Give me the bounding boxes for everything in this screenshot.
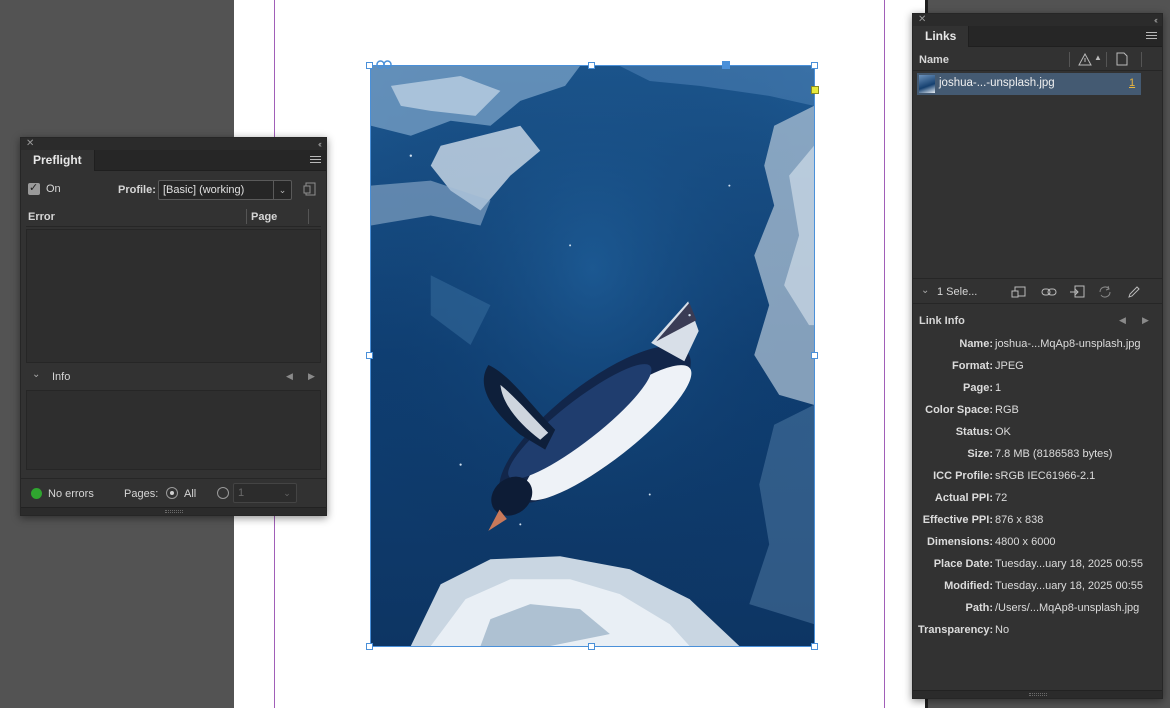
sort-ascending-icon[interactable]: ▲ [1094, 53, 1102, 62]
handle-top-center[interactable] [588, 62, 595, 69]
page-column-header[interactable]: Page [251, 211, 277, 223]
tab-links[interactable]: Links [913, 26, 970, 47]
previous-arrow-icon[interactable]: ◀ [286, 371, 293, 382]
link-badge-icon[interactable] [376, 60, 392, 69]
info-row-icc-profile: ICC Profile: sRGB IEC61966-2.1 [933, 470, 1096, 482]
info-row-path: Path:/Users/...MqAp8-unsplash.jpg [965, 602, 1140, 614]
collapse-icon[interactable]: ‹‹ [318, 138, 322, 150]
on-label: On [46, 183, 61, 195]
panel-titlebar[interactable]: ✕ ‹‹ [21, 138, 326, 150]
info-row-dimensions: Dimensions: 4800 x 6000 [926, 536, 1056, 548]
status-dot-icon [31, 488, 42, 499]
status-text[interactable]: No errors [48, 488, 94, 500]
handle-bottom-left[interactable] [366, 643, 373, 650]
name-column-header[interactable]: Name [919, 54, 949, 66]
close-icon[interactable]: ✕ [918, 14, 926, 26]
handle-bottom-center[interactable] [588, 643, 595, 650]
collapse-icon[interactable]: ‹‹ [1154, 14, 1158, 26]
pages-range-field[interactable]: 1 ⌄ [233, 483, 297, 503]
update-link-icon[interactable] [1097, 285, 1113, 299]
pages-label: Pages: [124, 488, 159, 500]
text-wrap-out-port[interactable] [811, 86, 819, 94]
tab-preflight[interactable]: Preflight [21, 150, 95, 171]
profile-label: Profile: [118, 184, 156, 196]
go-to-link-icon[interactable] [1069, 285, 1085, 299]
chevron-down-icon: ⌄ [273, 181, 291, 199]
pages-all-radio[interactable] [166, 487, 178, 499]
panel-titlebar[interactable]: ✕ ‹‹ [913, 14, 1162, 26]
chevron-down-icon[interactable]: ⌄ [32, 369, 40, 380]
links-column-header: Name ▲ [913, 49, 1162, 71]
info-row-format: Format: JPEG [952, 360, 1024, 372]
preflight-footer: No errors Pages: All 1 ⌄ [21, 478, 326, 508]
resize-grip[interactable] [913, 690, 1162, 698]
info-row-size: Size: 7.8 MB (8186583 bytes) [967, 448, 1113, 460]
link-info-title: Link Info [919, 315, 965, 327]
info-row-place-date: Place Date: Tuesday...uary 18, 2025 00:55 [933, 558, 1143, 570]
content-grabber-handle[interactable] [722, 61, 730, 69]
error-list-header: Error Page [26, 207, 321, 227]
resize-grip[interactable] [21, 507, 326, 515]
link-thumbnail [919, 75, 935, 93]
info-row-actual-ppi: Actual PPI: 72 [934, 492, 1008, 504]
handle-middle-right[interactable] [811, 352, 818, 359]
edit-original-icon[interactable] [1126, 285, 1142, 299]
info-row-color-space: Color Space: RGB [925, 404, 1019, 416]
tab-bar: Preflight [21, 150, 326, 171]
relink-from-cc-libraries-icon[interactable] [1011, 285, 1027, 299]
links-panel: ✕ ‹‹ Links Name ▲ joshua-...-unsplash.jp… [912, 13, 1163, 699]
preflight-panel: ✕ ‹‹ Preflight On Profile: [Basic] (work… [20, 137, 327, 516]
panel-menu-icon[interactable] [1146, 32, 1157, 41]
info-row-name: Name: joshua-...MqAp8-unsplash.jpg [959, 338, 1141, 350]
preflight-options-row: On Profile: [Basic] (working) ⌄ [21, 178, 326, 202]
error-column-header[interactable]: Error [28, 211, 55, 223]
chevron-down-icon[interactable]: ⌄ [921, 285, 929, 296]
warning-column-icon[interactable] [1078, 53, 1092, 66]
chevron-down-icon: ⌄ [283, 488, 291, 498]
pages-range-radio[interactable] [217, 487, 229, 499]
next-arrow-icon[interactable]: ▶ [308, 371, 315, 382]
relink-icon[interactable] [1041, 285, 1057, 299]
link-info-header: Link Info ◀ ▶ [913, 310, 1162, 330]
define-profiles-icon[interactable] [302, 181, 318, 197]
link-page-number[interactable]: 1 [1129, 77, 1135, 89]
handle-top-left[interactable] [366, 62, 373, 69]
selection-count: 1 Sele... [937, 286, 978, 298]
placed-image-frame[interactable] [370, 65, 815, 647]
info-row-status: Status: OK [955, 426, 1011, 438]
link-list-item[interactable]: joshua-...-unsplash.jpg 1 [917, 73, 1141, 95]
info-box [26, 390, 321, 470]
penguin-photo [371, 66, 814, 646]
page-column-icon[interactable] [1116, 52, 1128, 66]
error-list[interactable] [26, 229, 321, 363]
panel-menu-icon[interactable] [310, 156, 321, 165]
info-section-header[interactable]: ⌄ Info ◀ ▶ [26, 367, 321, 387]
handle-top-right[interactable] [811, 62, 818, 69]
info-row-modified: Modified: Tuesday...uary 18, 2025 00:55 [944, 580, 1143, 592]
profile-value: [Basic] (working) [163, 184, 245, 196]
link-filename: joshua-...-unsplash.jpg [939, 77, 1055, 89]
profile-dropdown[interactable]: [Basic] (working) ⌄ [158, 180, 292, 200]
info-row-effective-ppi: Effective PPI: 876 x 838 [922, 514, 1044, 526]
on-checkbox[interactable] [28, 181, 40, 195]
right-margin-guide [884, 0, 885, 708]
links-toolbar: ⌄ 1 Sele... [913, 278, 1162, 304]
info-label: Info [52, 371, 71, 383]
handle-middle-left[interactable] [366, 352, 373, 359]
info-row-page: Page: 1 [963, 382, 1002, 394]
info-row-transparency: Transparency: No [918, 624, 1010, 636]
close-icon[interactable]: ✕ [26, 138, 34, 150]
pages-all-label: All [184, 488, 197, 500]
tab-bar: Links [913, 26, 1162, 47]
next-arrow-icon[interactable]: ▶ [1142, 315, 1149, 326]
previous-arrow-icon[interactable]: ◀ [1119, 315, 1126, 326]
pages-range-value: 1 [238, 487, 245, 499]
handle-bottom-right[interactable] [811, 643, 818, 650]
